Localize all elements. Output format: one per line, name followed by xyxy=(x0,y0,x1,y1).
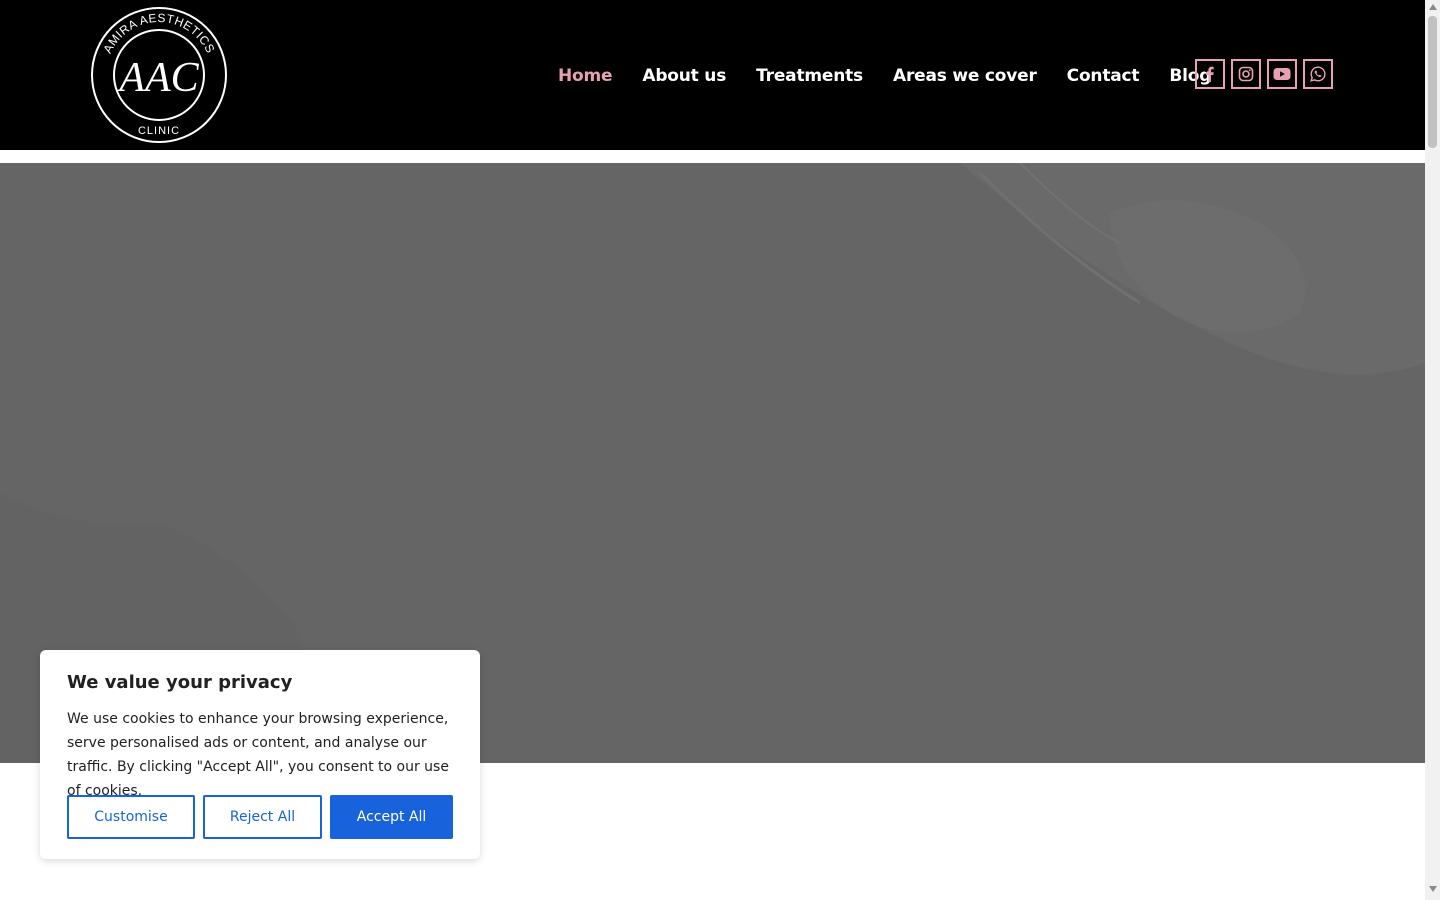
customise-button[interactable]: Customise xyxy=(67,795,195,839)
logo-top-text: AMIRA AESTHETICS xyxy=(100,11,217,56)
page-scrollbar[interactable] xyxy=(1425,0,1440,900)
cookie-title: We value your privacy xyxy=(67,672,293,693)
nav-about-us[interactable]: About us xyxy=(642,66,726,86)
accept-all-button[interactable]: Accept All xyxy=(330,795,453,839)
nav-treatments[interactable]: Treatments xyxy=(756,66,863,86)
instagram-icon[interactable] xyxy=(1231,59,1261,89)
facebook-icon[interactable] xyxy=(1195,59,1225,89)
nav-contact[interactable]: Contact xyxy=(1067,66,1140,86)
youtube-icon[interactable] xyxy=(1267,59,1297,89)
reject-all-button[interactable]: Reject All xyxy=(203,795,322,839)
social-links xyxy=(1195,59,1333,89)
scroll-down-arrow-icon[interactable] xyxy=(1428,886,1437,892)
nav-home[interactable]: Home xyxy=(558,66,613,86)
logo-bottom-text: CLINIC xyxy=(138,125,180,137)
logo-monogram: AAC xyxy=(116,55,199,101)
site-header: AMIRA AESTHETICS CLINIC AAC Home About u… xyxy=(0,0,1425,150)
cookie-description: We use cookies to enhance your browsing … xyxy=(67,711,449,799)
scroll-up-arrow-icon[interactable] xyxy=(1428,4,1437,10)
main-navigation: Home About us Treatments Areas we cover … xyxy=(558,62,1241,90)
nav-areas-we-cover[interactable]: Areas we cover xyxy=(893,66,1037,86)
cookie-consent-banner: We value your privacy We use cookies to … xyxy=(40,650,480,859)
clinic-logo[interactable]: AMIRA AESTHETICS CLINIC AAC xyxy=(90,6,228,144)
scrollbar-thumb[interactable] xyxy=(1428,16,1437,148)
whatsapp-icon[interactable] xyxy=(1303,59,1333,89)
svg-text:AMIRA AESTHETICS: AMIRA AESTHETICS xyxy=(100,11,217,56)
cookie-buttons: Customise Reject All Accept All xyxy=(67,795,453,839)
